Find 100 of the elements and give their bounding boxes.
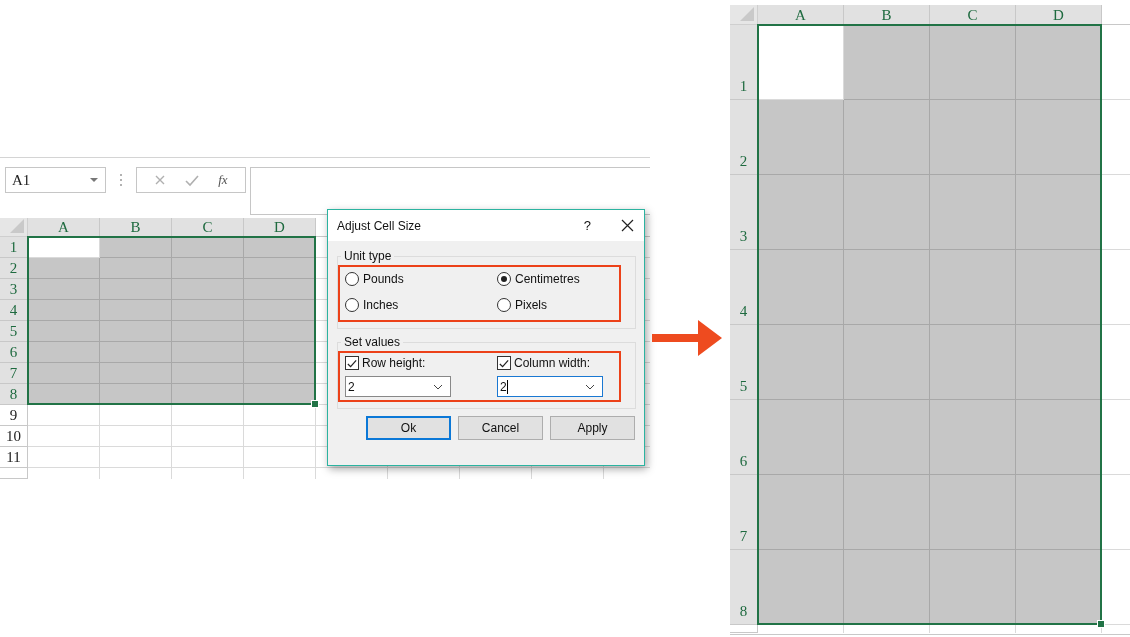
radio-button[interactable] <box>345 272 359 286</box>
table-cell[interactable] <box>244 258 316 279</box>
radio-button[interactable] <box>345 298 359 312</box>
table-cell[interactable] <box>758 100 844 175</box>
table-cell[interactable] <box>930 550 1016 625</box>
radio-button[interactable] <box>497 298 511 312</box>
table-cell[interactable] <box>844 100 930 175</box>
row-header[interactable]: 8 <box>0 384 28 405</box>
table-cell[interactable] <box>172 447 244 468</box>
column-header[interactable]: B <box>844 5 930 25</box>
table-cell[interactable] <box>28 363 100 384</box>
table-cell[interactable] <box>100 384 172 405</box>
table-cell[interactable] <box>172 321 244 342</box>
table-cell[interactable] <box>28 447 100 468</box>
row-header[interactable]: 9 <box>0 405 28 426</box>
row-header[interactable]: 7 <box>730 475 758 550</box>
table-cell[interactable] <box>930 250 1016 325</box>
table-cell[interactable] <box>28 342 100 363</box>
table-cell[interactable] <box>758 175 844 250</box>
table-cell[interactable] <box>100 300 172 321</box>
table-cell[interactable] <box>758 25 844 100</box>
table-cell[interactable] <box>930 475 1016 550</box>
table-cell[interactable] <box>100 405 172 426</box>
radio-label[interactable]: Pounds <box>363 272 404 286</box>
checkbox[interactable] <box>497 356 511 370</box>
radio-label[interactable]: Centimetres <box>515 272 580 286</box>
table-cell[interactable] <box>930 175 1016 250</box>
table-cell[interactable] <box>244 405 316 426</box>
column-header[interactable]: D <box>1016 5 1102 25</box>
row-header[interactable]: 4 <box>0 300 28 321</box>
row-header[interactable]: 4 <box>730 250 758 325</box>
table-cell[interactable] <box>100 258 172 279</box>
table-cell[interactable] <box>100 321 172 342</box>
table-cell[interactable] <box>1016 400 1102 475</box>
row-header[interactable]: 3 <box>730 175 758 250</box>
row-header[interactable]: 3 <box>0 279 28 300</box>
fill-handle[interactable] <box>311 400 319 408</box>
row-header[interactable]: 11 <box>0 447 28 468</box>
table-cell[interactable] <box>172 300 244 321</box>
row-header[interactable]: 8 <box>730 550 758 625</box>
row-header[interactable] <box>0 468 28 479</box>
table-cell[interactable] <box>172 258 244 279</box>
help-button[interactable]: ? <box>583 218 591 233</box>
table-cell[interactable] <box>930 325 1016 400</box>
table-cell[interactable] <box>1016 550 1102 625</box>
table-cell[interactable] <box>758 400 844 475</box>
row-header[interactable]: 6 <box>730 400 758 475</box>
row-header[interactable]: 1 <box>0 237 28 258</box>
table-cell[interactable] <box>28 279 100 300</box>
dropdown-field[interactable]: 2 <box>497 376 603 397</box>
corner-header[interactable] <box>0 218 28 237</box>
table-cell[interactable] <box>1016 250 1102 325</box>
table-cell[interactable] <box>930 400 1016 475</box>
row-header[interactable] <box>730 625 758 633</box>
checkbox-label[interactable]: Row height: <box>362 356 426 370</box>
radio-button[interactable] <box>497 272 511 286</box>
table-cell[interactable] <box>1016 175 1102 250</box>
corner-header[interactable] <box>730 5 758 25</box>
table-cell[interactable] <box>172 363 244 384</box>
table-cell[interactable] <box>100 279 172 300</box>
table-cell[interactable] <box>244 342 316 363</box>
table-cell[interactable] <box>172 342 244 363</box>
table-cell[interactable] <box>100 447 172 468</box>
radio-label[interactable]: Inches <box>363 298 399 312</box>
table-cell[interactable] <box>172 384 244 405</box>
row-header[interactable]: 5 <box>730 325 758 400</box>
table-cell[interactable] <box>244 426 316 447</box>
table-cell[interactable] <box>100 342 172 363</box>
table-cell[interactable] <box>844 475 930 550</box>
table-cell[interactable] <box>844 25 930 100</box>
table-cell[interactable] <box>1016 325 1102 400</box>
row-header[interactable]: 7 <box>0 363 28 384</box>
table-cell[interactable] <box>1016 100 1102 175</box>
table-cell[interactable] <box>172 237 244 258</box>
table-cell[interactable] <box>244 300 316 321</box>
column-header[interactable]: A <box>758 5 844 25</box>
table-cell[interactable] <box>100 426 172 447</box>
table-cell[interactable] <box>758 475 844 550</box>
insert-function-button[interactable]: fx <box>218 172 228 188</box>
table-cell[interactable] <box>1016 475 1102 550</box>
table-cell[interactable] <box>172 405 244 426</box>
table-cell[interactable] <box>1016 25 1102 100</box>
table-cell[interactable] <box>244 321 316 342</box>
table-cell[interactable] <box>28 426 100 447</box>
table-cell[interactable] <box>844 550 930 625</box>
row-header[interactable]: 2 <box>730 100 758 175</box>
table-cell[interactable] <box>930 25 1016 100</box>
table-cell[interactable] <box>28 405 100 426</box>
table-cell[interactable] <box>844 175 930 250</box>
table-cell[interactable] <box>28 300 100 321</box>
table-cell[interactable] <box>100 363 172 384</box>
table-cell[interactable] <box>28 258 100 279</box>
checkbox[interactable] <box>345 356 359 370</box>
dialog-button[interactable]: Ok <box>366 416 451 440</box>
table-cell[interactable] <box>844 250 930 325</box>
table-cell[interactable] <box>172 279 244 300</box>
dialog-button[interactable]: Cancel <box>458 416 543 440</box>
row-header[interactable]: 1 <box>730 25 758 100</box>
row-header[interactable]: 5 <box>0 321 28 342</box>
table-cell[interactable] <box>100 237 172 258</box>
